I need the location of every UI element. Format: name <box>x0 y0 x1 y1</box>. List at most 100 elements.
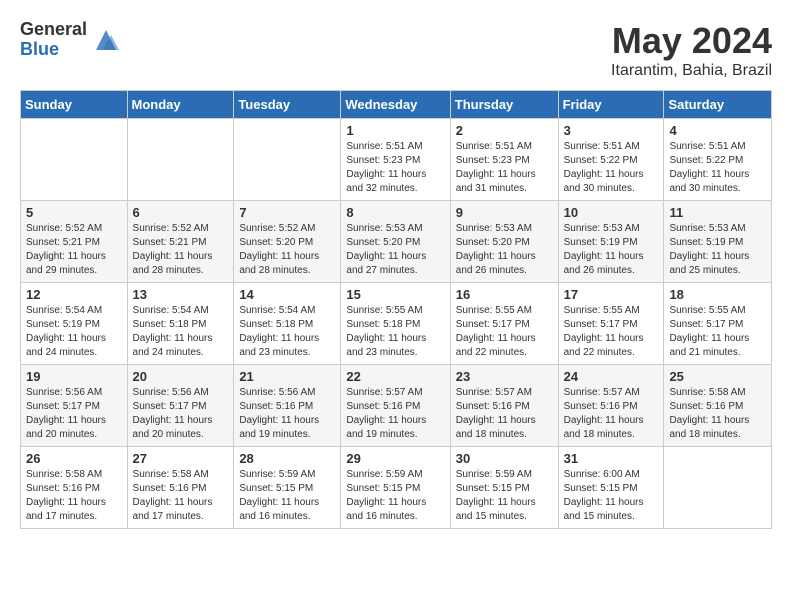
day-info: Sunrise: 5:59 AM Sunset: 5:15 PM Dayligh… <box>346 468 444 524</box>
day-info: Sunrise: 5:51 AM Sunset: 5:23 PM Dayligh… <box>346 140 444 196</box>
calendar-cell <box>234 119 341 201</box>
day-number: 17 <box>564 287 659 302</box>
calendar-cell: 9 Sunrise: 5:53 AM Sunset: 5:20 PM Daylig… <box>450 201 558 283</box>
day-info: Sunrise: 5:51 AM Sunset: 5:22 PM Dayligh… <box>669 140 766 196</box>
calendar-cell <box>664 447 772 529</box>
day-info: Sunrise: 5:54 AM Sunset: 5:19 PM Dayligh… <box>26 304 122 360</box>
day-number: 10 <box>564 205 659 220</box>
calendar-cell: 5 Sunrise: 5:52 AM Sunset: 5:21 PM Daylig… <box>21 201 128 283</box>
day-info: Sunrise: 5:52 AM Sunset: 5:20 PM Dayligh… <box>239 222 335 278</box>
calendar-cell: 8 Sunrise: 5:53 AM Sunset: 5:20 PM Daylig… <box>341 201 450 283</box>
day-number: 25 <box>669 369 766 384</box>
calendar-cell: 24 Sunrise: 5:57 AM Sunset: 5:16 PM Dayli… <box>558 365 664 447</box>
day-info: Sunrise: 5:55 AM Sunset: 5:17 PM Dayligh… <box>456 304 553 360</box>
calendar-cell: 19Sunrise: 5:56 AM Sunset: 5:17 PM Dayli… <box>21 365 128 447</box>
day-number: 21 <box>239 369 335 384</box>
calendar-cell: 14 Sunrise: 5:54 AM Sunset: 5:18 PM Dayli… <box>234 283 341 365</box>
calendar-table: SundayMondayTuesdayWednesdayThursdayFrid… <box>20 90 772 529</box>
day-info: Sunrise: 5:51 AM Sunset: 5:22 PM Dayligh… <box>564 140 659 196</box>
day-info: Sunrise: 5:57 AM Sunset: 5:16 PM Dayligh… <box>564 386 659 442</box>
day-info: Sunrise: 5:59 AM Sunset: 5:15 PM Dayligh… <box>456 468 553 524</box>
calendar-cell: 10 Sunrise: 5:53 AM Sunset: 5:19 PM Dayli… <box>558 201 664 283</box>
calendar-cell: 23Sunrise: 5:57 AM Sunset: 5:16 PM Dayli… <box>450 365 558 447</box>
day-number: 3 <box>564 123 659 138</box>
day-info: Sunrise: 5:55 AM Sunset: 5:17 PM Dayligh… <box>564 304 659 360</box>
day-number: 29 <box>346 451 444 466</box>
day-number: 26 <box>26 451 122 466</box>
day-number: 23 <box>456 369 553 384</box>
logo: General Blue <box>20 20 121 60</box>
day-info: Sunrise: 5:53 AM Sunset: 5:19 PM Dayligh… <box>669 222 766 278</box>
calendar-cell: 11 Sunrise: 5:53 AM Sunset: 5:19 PM Dayli… <box>664 201 772 283</box>
day-number: 27 <box>133 451 229 466</box>
day-of-week-header: Sunday <box>21 91 128 119</box>
day-number: 24 <box>564 369 659 384</box>
logo-general: General <box>20 20 87 40</box>
calendar-cell: 6Sunrise: 5:52 AM Sunset: 5:21 PM Daylig… <box>127 201 234 283</box>
day-number: 11 <box>669 205 766 220</box>
calendar-cell: 22 Sunrise: 5:57 AM Sunset: 5:16 PM Dayli… <box>341 365 450 447</box>
day-number: 7 <box>239 205 335 220</box>
day-number: 4 <box>669 123 766 138</box>
day-number: 1 <box>346 123 444 138</box>
calendar-cell: 21Sunrise: 5:56 AM Sunset: 5:16 PM Dayli… <box>234 365 341 447</box>
day-of-week-header: Wednesday <box>341 91 450 119</box>
day-info: Sunrise: 5:53 AM Sunset: 5:20 PM Dayligh… <box>346 222 444 278</box>
day-info: Sunrise: 5:53 AM Sunset: 5:20 PM Dayligh… <box>456 222 553 278</box>
day-number: 12 <box>26 287 122 302</box>
day-info: Sunrise: 5:58 AM Sunset: 5:16 PM Dayligh… <box>669 386 766 442</box>
calendar-cell: 29 Sunrise: 5:59 AM Sunset: 5:15 PM Dayli… <box>341 447 450 529</box>
calendar-cell: 4 Sunrise: 5:51 AM Sunset: 5:22 PM Daylig… <box>664 119 772 201</box>
day-number: 2 <box>456 123 553 138</box>
calendar-cell: 2 Sunrise: 5:51 AM Sunset: 5:23 PM Daylig… <box>450 119 558 201</box>
day-info: Sunrise: 5:54 AM Sunset: 5:18 PM Dayligh… <box>239 304 335 360</box>
calendar-week-row: 1 Sunrise: 5:51 AM Sunset: 5:23 PM Daylig… <box>21 119 772 201</box>
calendar-title: May 2024 <box>611 20 772 62</box>
day-number: 18 <box>669 287 766 302</box>
calendar-cell: 7 Sunrise: 5:52 AM Sunset: 5:20 PM Daylig… <box>234 201 341 283</box>
title-block: May 2024 Itarantim, Bahia, Brazil <box>611 20 772 80</box>
day-number: 31 <box>564 451 659 466</box>
calendar-cell: 1 Sunrise: 5:51 AM Sunset: 5:23 PM Daylig… <box>341 119 450 201</box>
day-number: 22 <box>346 369 444 384</box>
calendar-cell <box>127 119 234 201</box>
day-number: 5 <box>26 205 122 220</box>
calendar-cell: 16Sunrise: 5:55 AM Sunset: 5:17 PM Dayli… <box>450 283 558 365</box>
calendar-cell: 25 Sunrise: 5:58 AM Sunset: 5:16 PM Dayli… <box>664 365 772 447</box>
day-info: Sunrise: 5:58 AM Sunset: 5:16 PM Dayligh… <box>133 468 229 524</box>
day-number: 9 <box>456 205 553 220</box>
day-number: 8 <box>346 205 444 220</box>
day-number: 19 <box>26 369 122 384</box>
calendar-cell: 27 Sunrise: 5:58 AM Sunset: 5:16 PM Dayli… <box>127 447 234 529</box>
calendar-cell: 12 Sunrise: 5:54 AM Sunset: 5:19 PM Dayli… <box>21 283 128 365</box>
day-info: Sunrise: 5:54 AM Sunset: 5:18 PM Dayligh… <box>133 304 229 360</box>
calendar-cell: 18 Sunrise: 5:55 AM Sunset: 5:17 PM Dayli… <box>664 283 772 365</box>
logo-blue: Blue <box>20 40 87 60</box>
calendar-week-row: 19 Sunrise: 5:56 AM Sunset: 5:17 PM Dayli… <box>21 365 772 447</box>
calendar-cell: 28Sunrise: 5:59 AM Sunset: 5:15 PM Dayli… <box>234 447 341 529</box>
day-number: 15 <box>346 287 444 302</box>
day-info: Sunrise: 5:52 AM Sunset: 5:21 PM Dayligh… <box>133 222 229 278</box>
day-number: 20 <box>133 369 229 384</box>
calendar-cell: 26 Sunrise: 5:58 AM Sunset: 5:16 PM Dayli… <box>21 447 128 529</box>
logo-text: General Blue <box>20 20 87 60</box>
day-of-week-header: Monday <box>127 91 234 119</box>
day-of-week-header: Tuesday <box>234 91 341 119</box>
day-info: Sunrise: 5:51 AM Sunset: 5:23 PM Dayligh… <box>456 140 553 196</box>
day-info: Sunrise: 5:55 AM Sunset: 5:18 PM Dayligh… <box>346 304 444 360</box>
calendar-cell: 30Sunrise: 5:59 AM Sunset: 5:15 PM Dayli… <box>450 447 558 529</box>
calendar-cell: 13Sunrise: 5:54 AM Sunset: 5:18 PM Dayli… <box>127 283 234 365</box>
calendar-week-row: 26 Sunrise: 5:58 AM Sunset: 5:16 PM Dayli… <box>21 447 772 529</box>
day-of-week-header: Thursday <box>450 91 558 119</box>
day-info: Sunrise: 5:55 AM Sunset: 5:17 PM Dayligh… <box>669 304 766 360</box>
day-info: Sunrise: 5:57 AM Sunset: 5:16 PM Dayligh… <box>346 386 444 442</box>
day-number: 14 <box>239 287 335 302</box>
calendar-week-row: 12 Sunrise: 5:54 AM Sunset: 5:19 PM Dayli… <box>21 283 772 365</box>
day-info: Sunrise: 5:59 AM Sunset: 5:15 PM Dayligh… <box>239 468 335 524</box>
day-info: Sunrise: 5:58 AM Sunset: 5:16 PM Dayligh… <box>26 468 122 524</box>
day-info: Sunrise: 5:53 AM Sunset: 5:19 PM Dayligh… <box>564 222 659 278</box>
calendar-cell <box>21 119 128 201</box>
day-info: Sunrise: 5:52 AM Sunset: 5:21 PM Dayligh… <box>26 222 122 278</box>
day-info: Sunrise: 5:56 AM Sunset: 5:17 PM Dayligh… <box>133 386 229 442</box>
calendar-cell: 3 Sunrise: 5:51 AM Sunset: 5:22 PM Daylig… <box>558 119 664 201</box>
